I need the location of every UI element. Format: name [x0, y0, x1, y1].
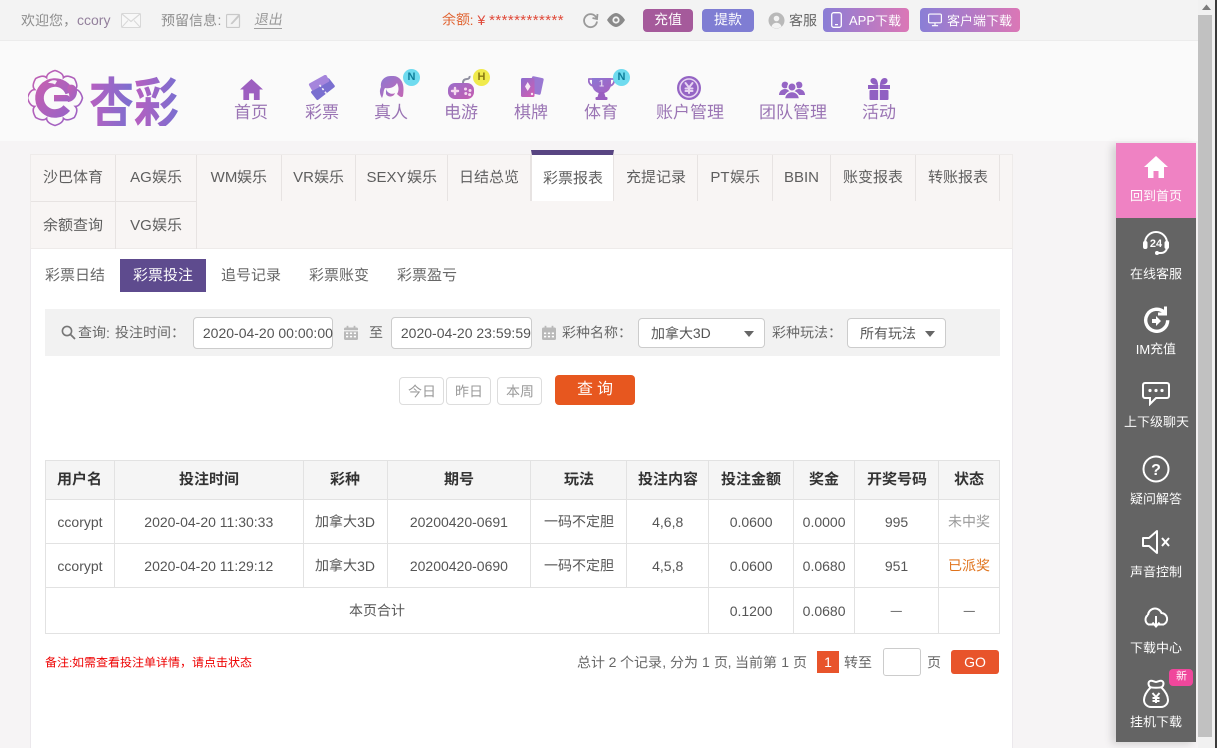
svg-text:?: ? — [1151, 462, 1161, 479]
svg-text:1: 1 — [598, 79, 603, 89]
svg-text:24: 24 — [1150, 238, 1163, 250]
